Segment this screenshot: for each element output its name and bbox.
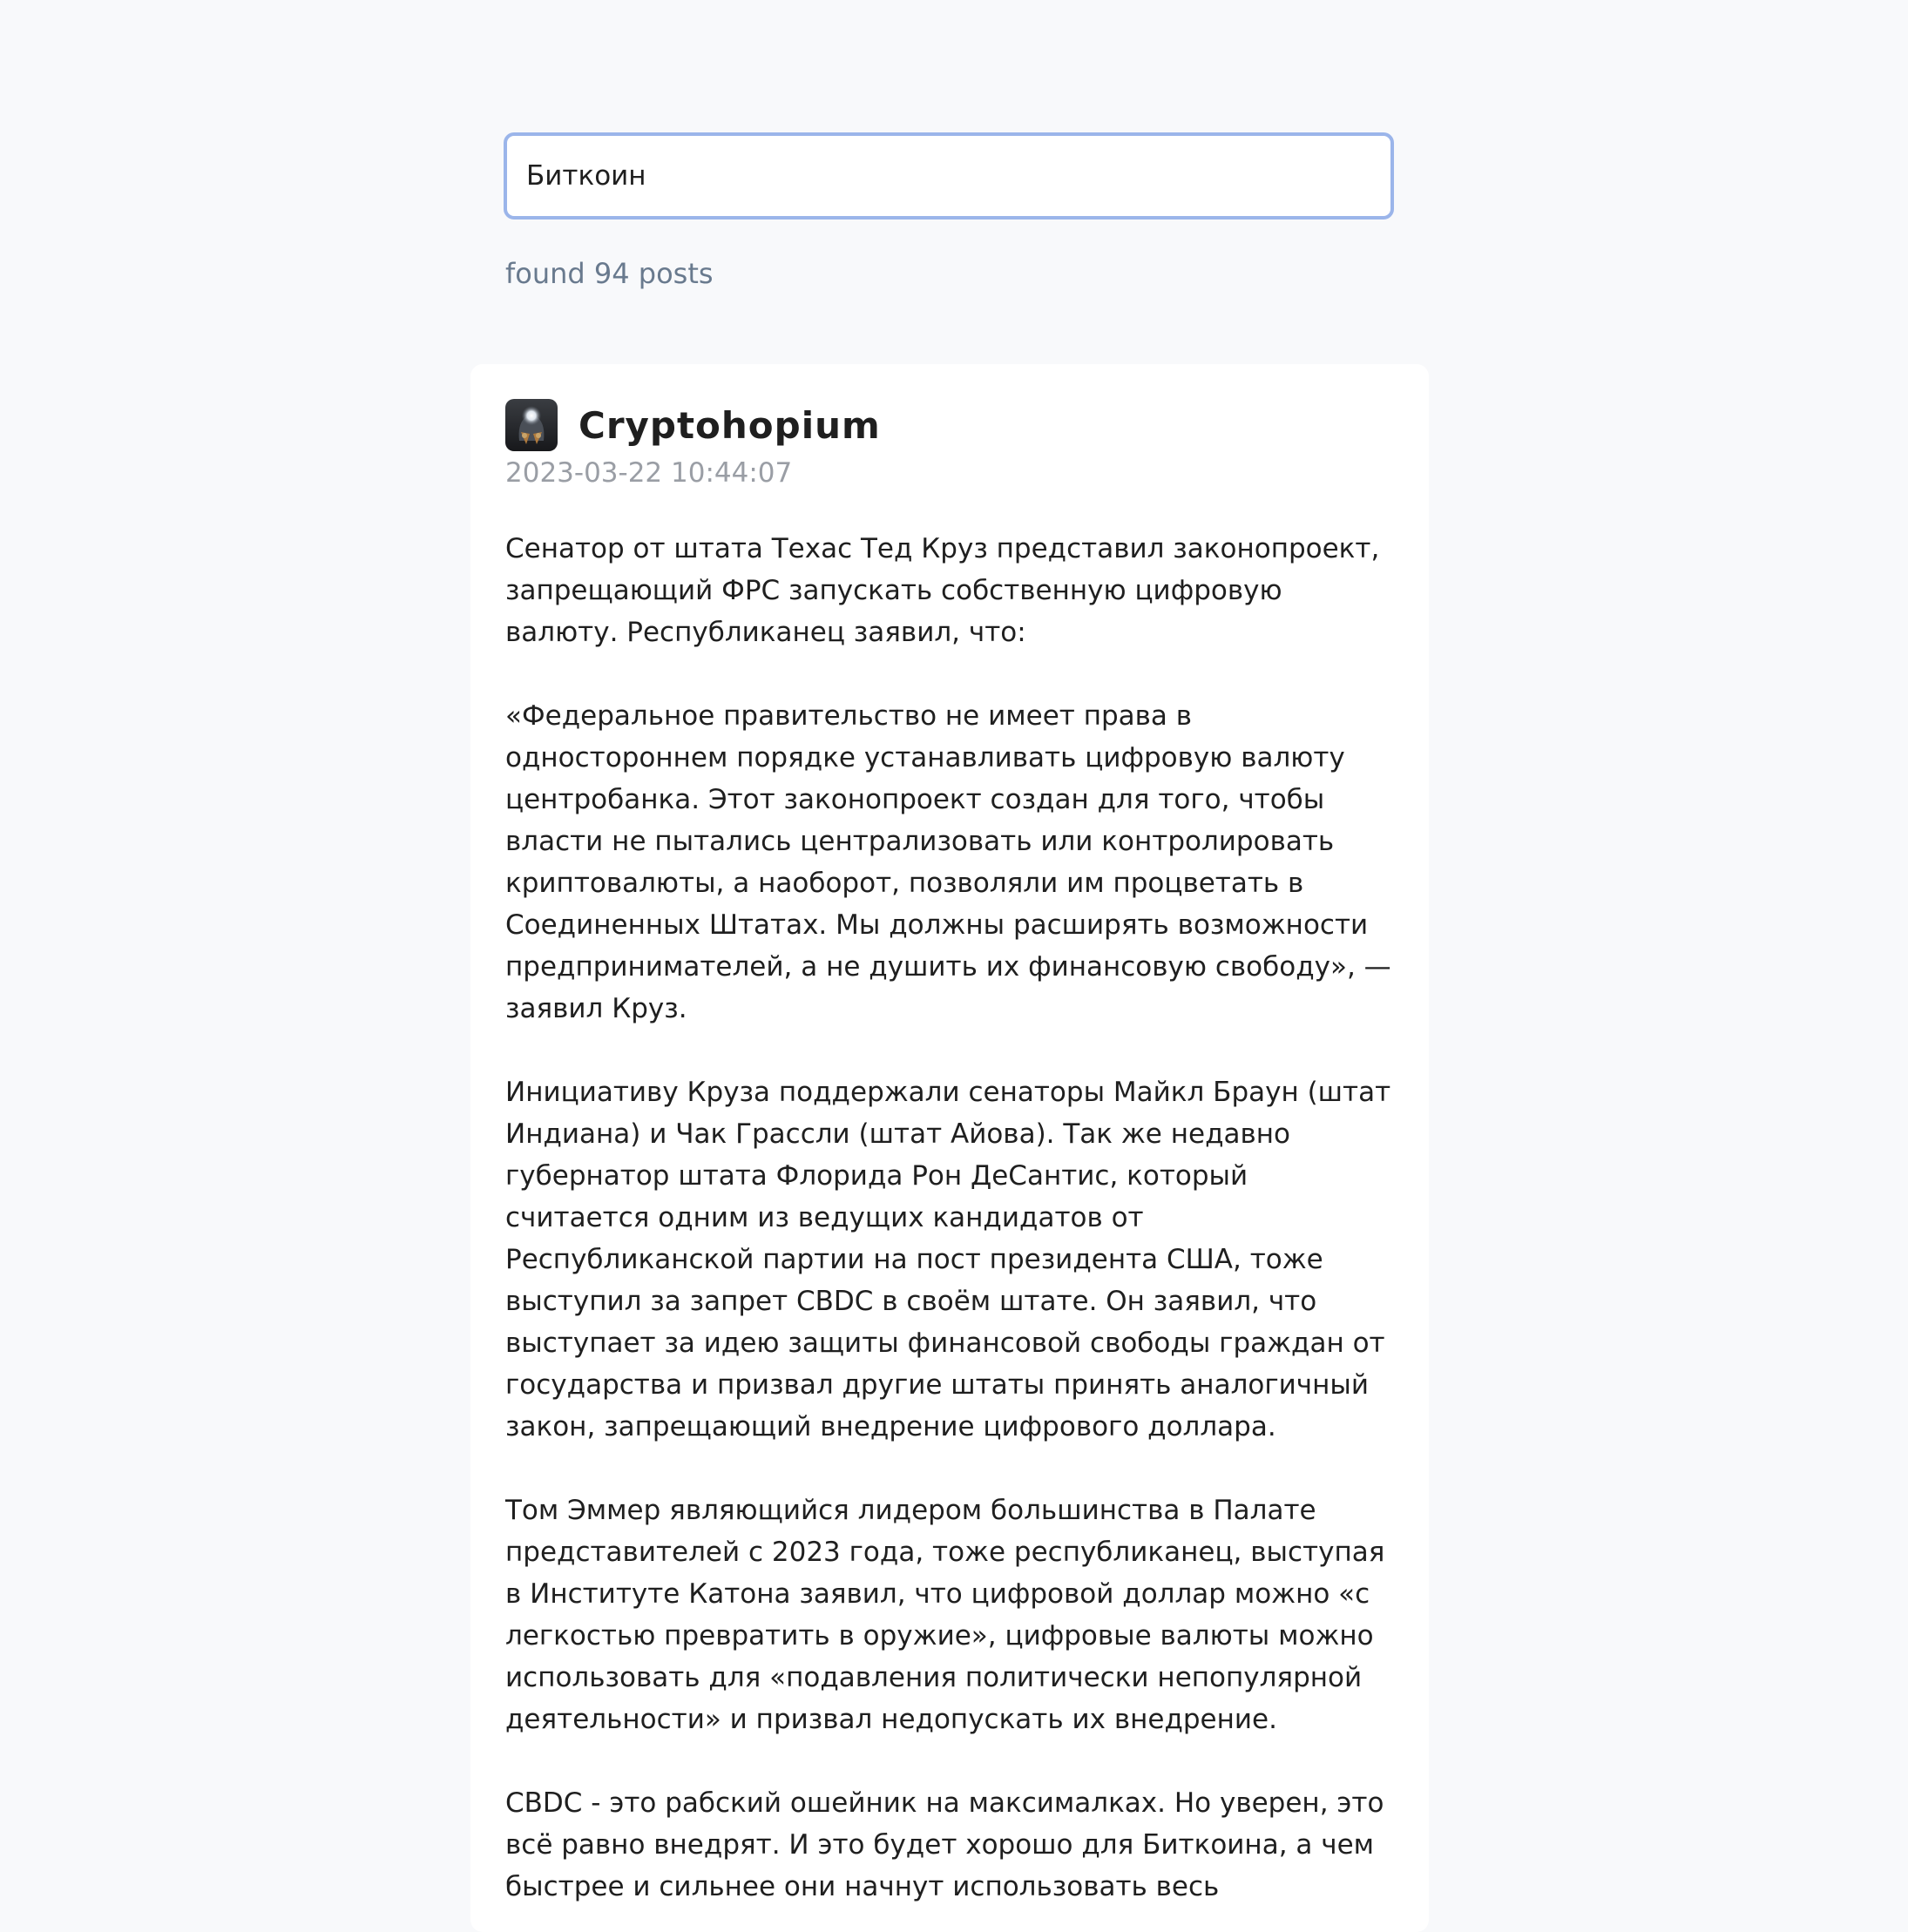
post-body: Сенатор от штата Техас Тед Круз представ… bbox=[505, 533, 1391, 1902]
post-header: Cryptohopium bbox=[505, 399, 1394, 451]
results-count: found 94 posts bbox=[505, 257, 714, 290]
post-date: 2023-03-22 10:44:07 bbox=[505, 457, 793, 489]
post-author[interactable]: Cryptohopium bbox=[578, 404, 881, 447]
search-input[interactable] bbox=[507, 136, 1390, 216]
post-card: Cryptohopium 2023-03-22 10:44:07 Сенатор… bbox=[470, 364, 1429, 1932]
search-box[interactable] bbox=[504, 132, 1394, 220]
helmet-avatar-icon[interactable] bbox=[505, 399, 558, 451]
